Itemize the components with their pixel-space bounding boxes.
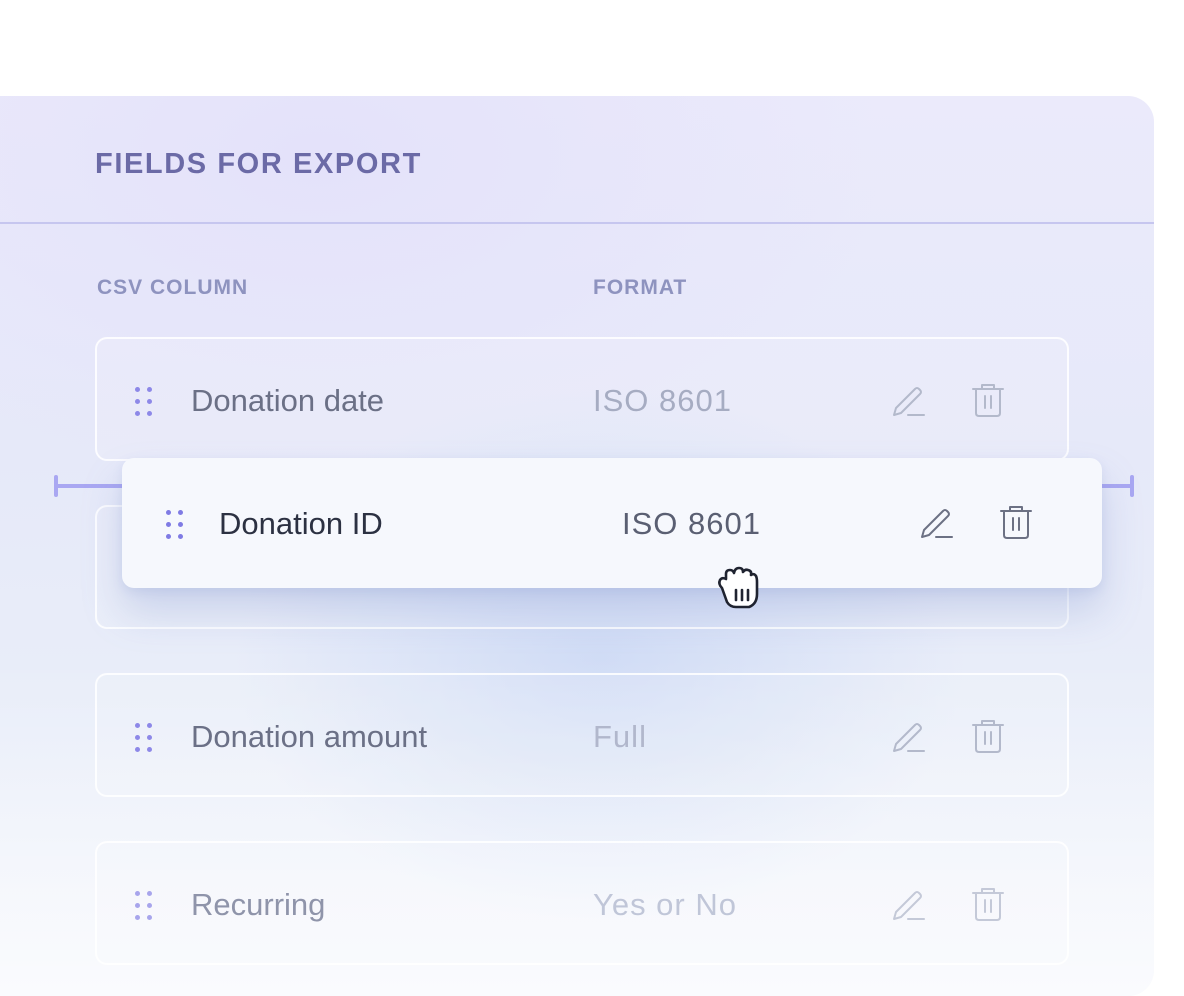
trash-icon xyxy=(972,720,1004,753)
grab-hand-cursor-icon xyxy=(718,566,759,609)
edit-button[interactable] xyxy=(915,501,957,543)
dragged-field-row-donation-id[interactable]: Donation ID ISO 8601 xyxy=(122,458,1102,588)
panel-title: FIELDS FOR EXPORT xyxy=(95,148,422,180)
field-format: ISO 8601 xyxy=(593,383,732,418)
field-name: Donation date xyxy=(191,383,385,418)
drag-handle-icon[interactable] xyxy=(133,889,155,923)
column-header-csv: CSV COLUMN xyxy=(97,276,249,299)
trash-icon xyxy=(972,384,1004,417)
delete-button[interactable] xyxy=(967,883,1009,925)
field-format: Yes or No xyxy=(593,887,737,922)
drag-handle-icon[interactable] xyxy=(133,385,155,419)
trash-icon xyxy=(1000,506,1032,539)
edit-button[interactable] xyxy=(887,715,929,757)
pencil-icon xyxy=(893,387,925,416)
field-row-donation-amount[interactable]: Donation amount Full xyxy=(95,673,1069,797)
drag-handle-icon[interactable] xyxy=(164,508,186,542)
panel-divider xyxy=(0,222,1154,224)
delete-button[interactable] xyxy=(967,379,1009,421)
drag-handle-icon[interactable] xyxy=(133,721,155,755)
pencil-icon xyxy=(921,509,953,538)
field-name: Donation amount xyxy=(191,719,428,754)
field-format: ISO 8601 xyxy=(622,506,761,541)
field-format: Full xyxy=(593,719,647,754)
trash-icon xyxy=(972,888,1004,921)
field-name: Donation ID xyxy=(219,506,383,541)
edit-button[interactable] xyxy=(887,883,929,925)
field-row-recurring[interactable]: Recurring Yes or No xyxy=(95,841,1069,965)
field-row-donation-date[interactable]: Donation date ISO 8601 xyxy=(95,337,1069,461)
pencil-icon xyxy=(893,891,925,920)
delete-button[interactable] xyxy=(967,715,1009,757)
field-name: Recurring xyxy=(191,887,326,922)
column-header-format: FORMAT xyxy=(593,276,688,299)
pencil-icon xyxy=(893,723,925,752)
delete-button[interactable] xyxy=(995,501,1037,543)
edit-button[interactable] xyxy=(887,379,929,421)
